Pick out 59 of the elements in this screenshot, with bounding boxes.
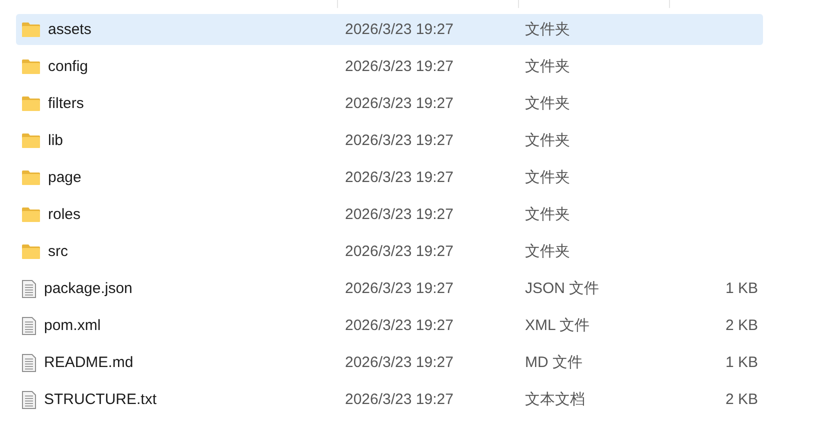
file-type: 文件夹: [525, 95, 570, 112]
modified-date: 2026/3/23 19:27: [345, 354, 454, 371]
modified-date: 2026/3/23 19:27: [345, 58, 454, 75]
document-icon: [22, 316, 36, 334]
file-name: pom.xml: [44, 317, 101, 334]
document-icon: [22, 354, 36, 372]
modified-date: 2026/3/23 19:27: [345, 95, 454, 112]
modified-date: 2026/3/23 19:27: [345, 169, 454, 186]
modified-date: 2026/3/23 19:27: [345, 280, 454, 297]
file-name: config: [48, 58, 88, 75]
file-name: STRUCTURE.txt: [44, 391, 156, 408]
file-row[interactable]: page 2026/3/23 19:27 文件夹: [16, 162, 763, 193]
file-size: 2 KB: [725, 391, 758, 408]
file-row[interactable]: README.md 2026/3/23 19:27 MD 文件 1 KB: [16, 347, 763, 378]
folder-icon: [22, 22, 40, 37]
file-row[interactable]: roles 2026/3/23 19:27 文件夹: [16, 199, 763, 230]
file-size: 2 KB: [725, 317, 758, 334]
modified-date: 2026/3/23 19:27: [345, 317, 454, 334]
file-row[interactable]: pom.xml 2026/3/23 19:27 XML 文件 2 KB: [16, 310, 763, 341]
file-name: roles: [48, 206, 81, 223]
file-type: 文件夹: [525, 206, 570, 223]
folder-icon: [22, 207, 40, 222]
modified-date: 2026/3/23 19:27: [345, 21, 454, 38]
modified-date: 2026/3/23 19:27: [345, 132, 454, 149]
file-type: 文件夹: [525, 58, 570, 75]
modified-date: 2026/3/23 19:27: [345, 391, 454, 408]
document-icon: [22, 390, 36, 408]
file-type: 文本文档: [525, 391, 585, 408]
folder-icon: [22, 59, 40, 74]
file-size: 1 KB: [725, 354, 758, 371]
file-row[interactable]: STRUCTURE.txt 2026/3/23 19:27 文本文档 2 KB: [16, 384, 763, 415]
file-type: 文件夹: [525, 132, 570, 149]
file-name: page: [48, 169, 82, 186]
file-name: filters: [48, 95, 84, 112]
folder-icon: [22, 133, 40, 148]
folder-icon: [22, 96, 40, 111]
file-row[interactable]: package.json 2026/3/23 19:27 JSON 文件 1 KB: [16, 273, 763, 304]
file-name: package.json: [44, 280, 132, 297]
document-icon: [22, 280, 36, 298]
file-name: src: [48, 243, 68, 260]
file-type: 文件夹: [525, 21, 570, 38]
file-type: 文件夹: [525, 169, 570, 186]
file-type: XML 文件: [525, 317, 590, 334]
modified-date: 2026/3/23 19:27: [345, 206, 454, 223]
file-row[interactable]: src 2026/3/23 19:27 文件夹: [16, 236, 763, 267]
folder-icon: [22, 244, 40, 259]
file-name: lib: [48, 132, 64, 149]
file-name: README.md: [44, 354, 134, 371]
file-type: MD 文件: [525, 354, 582, 371]
file-type: 文件夹: [525, 243, 570, 260]
file-name: assets: [48, 21, 92, 38]
file-row[interactable]: lib 2026/3/23 19:27 文件夹: [16, 125, 763, 156]
file-row[interactable]: assets 2026/3/23 19:27 文件夹: [16, 14, 763, 45]
folder-icon: [22, 170, 40, 185]
file-type: JSON 文件: [525, 280, 600, 297]
modified-date: 2026/3/23 19:27: [345, 243, 454, 260]
file-size: 1 KB: [725, 280, 758, 297]
file-row[interactable]: config 2026/3/23 19:27 文件夹: [16, 51, 763, 82]
file-row[interactable]: filters 2026/3/23 19:27 文件夹: [16, 88, 763, 119]
